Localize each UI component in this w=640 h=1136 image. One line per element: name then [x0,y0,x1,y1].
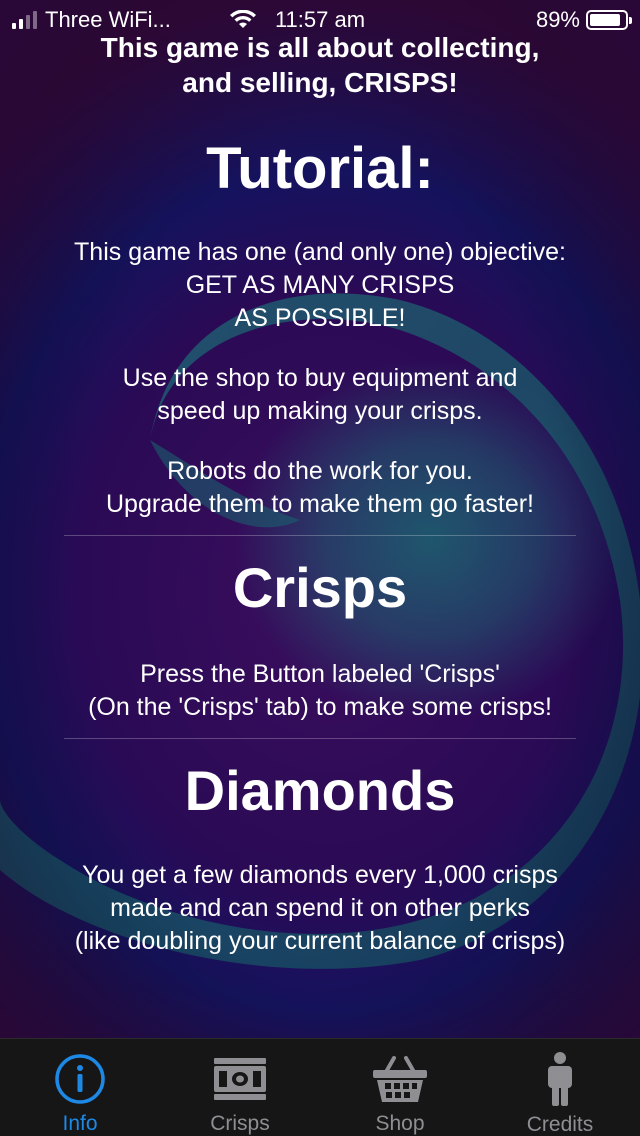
crisps-heading: Crisps [232,556,408,619]
objective-text: This game has one (and only one) objecti… [74,238,566,332]
basket-icon [372,1051,428,1106]
crisps-text: Press the Button labeled 'Crisps' (On th… [88,660,552,721]
tab-credits-label: Credits [526,1113,594,1136]
tab-shop[interactable]: Shop [320,1039,480,1136]
tab-shop-label: Shop [375,1112,425,1135]
tab-info[interactable]: Info [0,1039,160,1136]
carrier-name: Three WiFi... [45,7,171,32]
battery-percent: 89% [535,7,580,32]
diamonds-heading: Diamonds [184,759,456,822]
info-icon [52,1051,108,1106]
battery-icon [586,10,632,30]
shop-text: Use the shop to buy equipment and speed … [122,364,518,425]
diamonds-text: You get a few diamonds every 1,000 crisp… [74,861,566,955]
person-icon [532,1051,588,1107]
signal-strength-icon [12,11,37,29]
tab-credits[interactable]: Credits [480,1039,640,1136]
divider [64,738,576,739]
wifi-icon [229,10,256,28]
banknote-icon [212,1051,268,1106]
tab-crisps-label: Crisps [210,1112,270,1135]
tutorial-content: This game is all about collecting, and s… [0,28,640,1038]
robots-text: Robots do the work for you. Upgrade them… [106,457,534,518]
tab-crisps[interactable]: Crisps [160,1039,320,1136]
status-bar: Three WiFi... 11:57 am 89% [0,0,640,40]
page-title: Tutorial: [206,136,434,201]
tab-info-label: Info [62,1112,98,1135]
divider [64,535,576,536]
tab-bar: Info Crisps Shop Credits [0,1038,640,1136]
intro-text: This game is all about collecting, and s… [100,32,540,98]
